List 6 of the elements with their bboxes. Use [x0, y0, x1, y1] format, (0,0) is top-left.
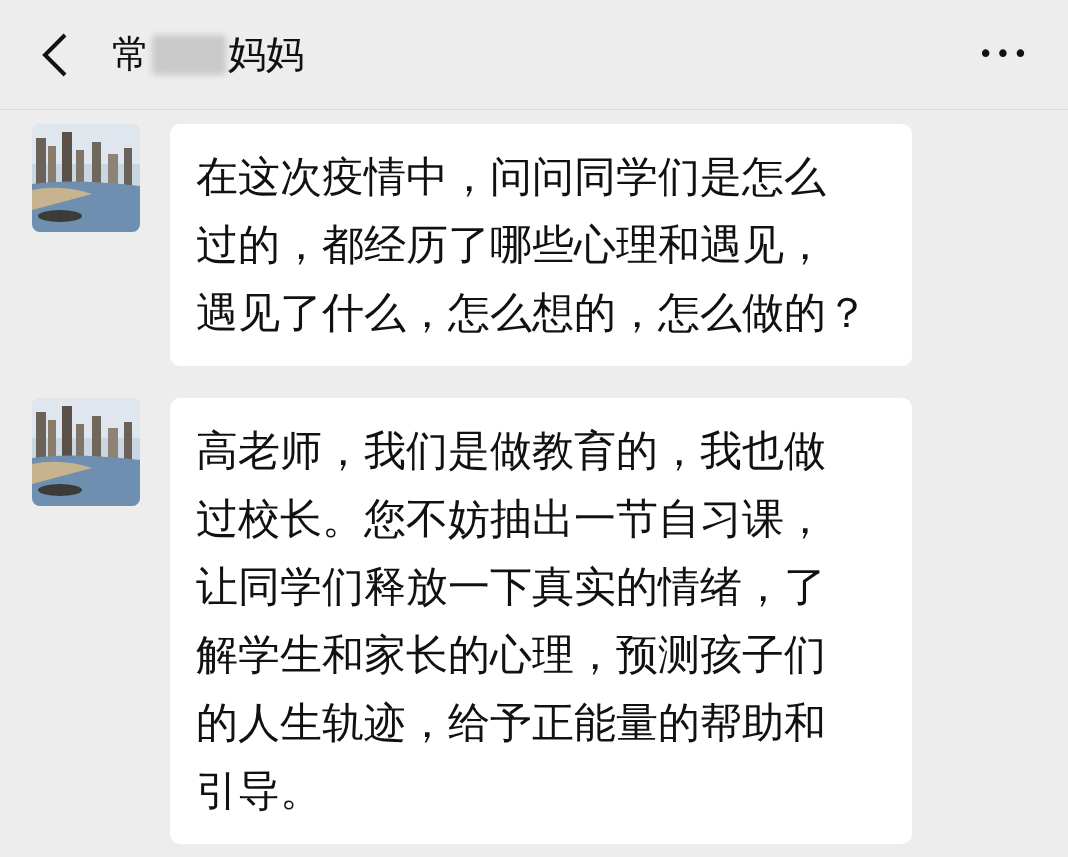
- message-text: 在这次疫情中，问问同学们是怎么 过的，都经历了哪些心理和遇见， 遇见了什么，怎么想的，怎么做的？: [196, 151, 869, 339]
- chat-title: 妈妈: [228, 31, 304, 78]
- more-button[interactable]: •••: [978, 35, 1030, 74]
- back-icon[interactable]: [40, 31, 68, 78]
- chat-title: 常: [112, 31, 150, 78]
- message-text: 高老师，我们是做教育的，我也做 过校长。您不妨抽出一节自习课， 让同学们释放一下真实的情绪，了 解学生和家长的心理，预测孩子们 的人生轨迹，给予正能量的帮助和 引导。: [196, 425, 827, 817]
